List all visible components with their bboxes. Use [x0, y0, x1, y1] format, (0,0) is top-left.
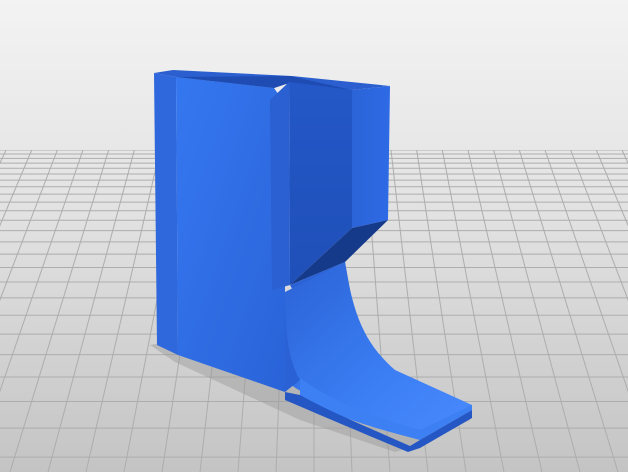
- render-scene: [0, 0, 628, 472]
- part-chute-rib: [270, 82, 290, 290]
- part-right-face: [352, 86, 390, 228]
- part-front-face: [176, 77, 285, 392]
- 3d-viewport[interactable]: [0, 0, 628, 472]
- part-left-face: [154, 73, 178, 355]
